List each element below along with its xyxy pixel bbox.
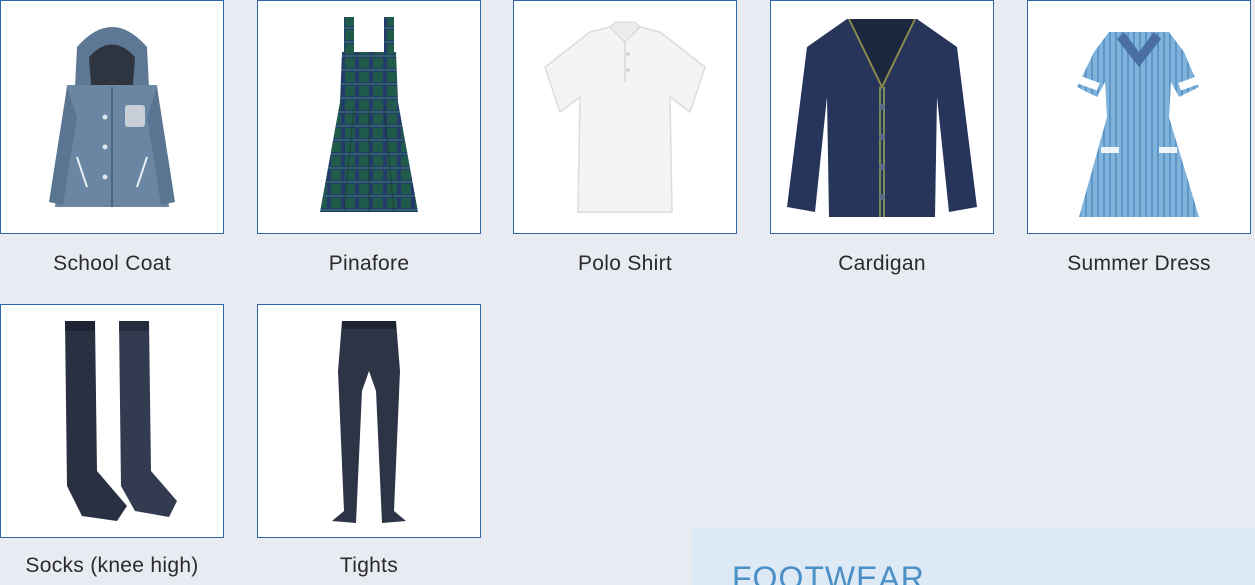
footwear-heading: FOOTWEAR	[732, 560, 925, 585]
product-label[interactable]: Socks (knee high)	[0, 554, 224, 578]
school-coat-image	[49, 27, 175, 207]
product-label[interactable]: Tights	[257, 554, 481, 578]
product-card-socks[interactable]	[0, 304, 224, 538]
polo-shirt-image	[544, 21, 706, 213]
product-card-pinafore[interactable]	[257, 0, 481, 234]
product-card-cardigan[interactable]	[770, 0, 994, 234]
product-card-tights[interactable]	[257, 304, 481, 538]
cardigan-image	[787, 18, 977, 217]
product-label[interactable]: Summer Dress	[1027, 252, 1251, 276]
product-label[interactable]: Cardigan	[770, 252, 994, 276]
pinafore-image	[320, 17, 418, 213]
footwear-section: FOOTWEAR	[692, 528, 1255, 585]
product-label[interactable]: Pinafore	[257, 252, 481, 276]
summer-dress-image	[1076, 32, 1202, 217]
product-label[interactable]: School Coat	[0, 252, 224, 276]
product-label[interactable]: Polo Shirt	[513, 252, 737, 276]
product-card-polo-shirt[interactable]	[513, 0, 737, 234]
product-card-school-coat[interactable]	[0, 0, 224, 234]
product-card-summer-dress[interactable]	[1027, 0, 1251, 234]
uniform-page: School Coat Pinafore Polo Shirt Cardigan…	[0, 0, 1255, 585]
socks-image	[65, 321, 177, 521]
tights-image	[332, 321, 406, 523]
